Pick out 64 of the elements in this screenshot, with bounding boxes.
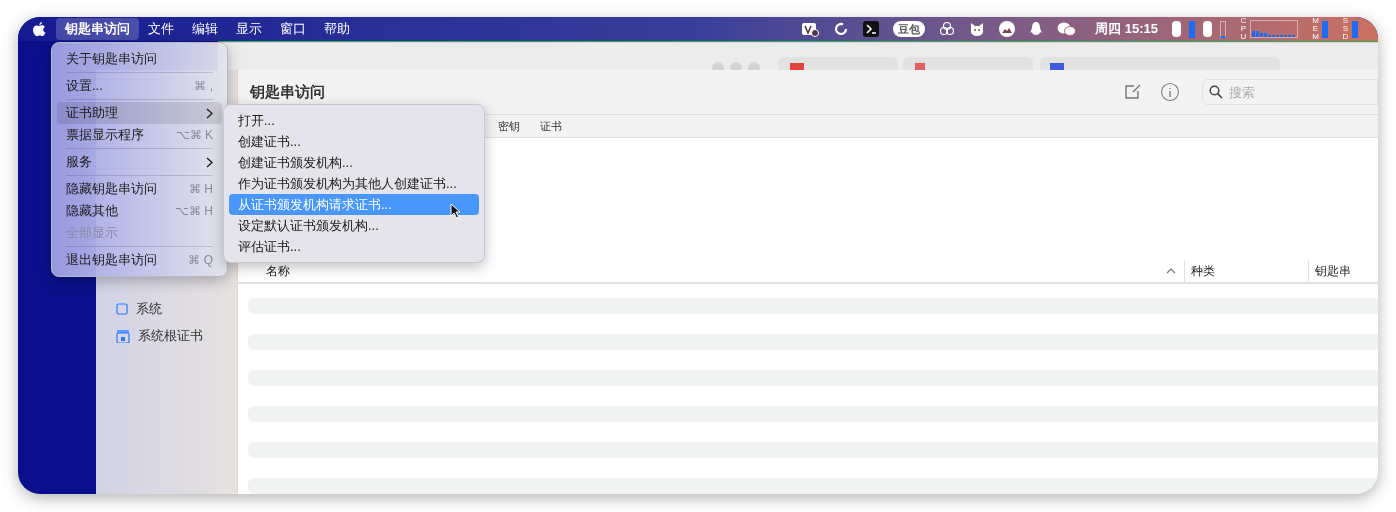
refresh-icon[interactable]	[833, 21, 850, 37]
menu-item[interactable]: 服务	[57, 151, 222, 173]
cpu-graph	[1250, 20, 1298, 38]
mouse-icon	[1203, 21, 1212, 37]
sidebar-item[interactable]: 系统根证书	[116, 325, 237, 347]
shortcut-label: ⌘ Q	[188, 252, 213, 269]
penguin-icon[interactable]	[1029, 21, 1044, 37]
menu-item[interactable]: 作为证书颁发机构为其他人创建证书...	[229, 173, 479, 194]
search-field[interactable]: 搜索	[1202, 79, 1378, 105]
sidebar-item[interactable]: 系统	[116, 298, 237, 320]
square-icon	[116, 303, 128, 315]
shortcut-label: ⌥⌘ H	[175, 203, 213, 220]
meter-label: MEM	[1312, 17, 1319, 41]
chevron-right-icon	[206, 156, 213, 168]
level-bar	[1189, 20, 1195, 38]
menu-bar-item[interactable]: 文件	[139, 18, 183, 40]
menu-item[interactable]: 证书助理	[57, 102, 222, 124]
menu-bar-item[interactable]: 显示	[227, 18, 271, 40]
menu-bar-item[interactable]: 钥匙串访问	[56, 18, 139, 40]
menu-item[interactable]: 隐藏其他 ⌥⌘ H	[57, 200, 222, 222]
menu-item[interactable]: 设置... ⌘ ,	[57, 75, 222, 97]
mouse-icon	[1172, 21, 1181, 37]
browser-tab[interactable]	[1040, 57, 1280, 71]
menu-item[interactable]: 创建证书...	[229, 131, 479, 152]
tab[interactable]: 密钥	[496, 117, 522, 135]
image-icon[interactable]	[999, 21, 1016, 37]
lock-icon	[116, 329, 130, 343]
compose-icon[interactable]	[1124, 83, 1142, 101]
terminal-icon[interactable]	[863, 21, 880, 37]
apple-logo-icon[interactable]	[32, 21, 46, 37]
menu-item[interactable]: 票据显示程序 ⌥⌘ K	[57, 124, 222, 146]
menu-item[interactable]: 隐藏钥匙串访问 ⌘ H	[57, 178, 222, 200]
browser-tab[interactable]	[903, 57, 1033, 71]
menu-item[interactable]: 打开...	[229, 110, 479, 131]
meter-label: SSD	[1342, 17, 1349, 41]
browser-tab[interactable]	[778, 57, 898, 71]
shortcut-label: ⌘ H	[189, 181, 213, 198]
menu-item[interactable]: 创建证书颁发机构...	[229, 152, 479, 173]
menu-bar-item[interactable]: 窗口	[271, 18, 315, 40]
menu-item[interactable]: 退出钥匙串访问 ⌘ Q	[57, 249, 222, 271]
column-header[interactable]: 名称	[266, 262, 290, 280]
search-icon	[1209, 85, 1223, 99]
menu-item[interactable]: 设定默认证书颁发机构...	[229, 215, 479, 236]
app-badge[interactable]: 豆包	[893, 21, 926, 37]
level-bar	[1352, 20, 1358, 38]
level-bar	[1322, 20, 1328, 38]
menu-bar-item[interactable]: 帮助	[315, 18, 359, 40]
cat-icon[interactable]	[969, 21, 986, 37]
level-bar	[1220, 20, 1226, 38]
meter-label: CPU	[1240, 17, 1247, 41]
shortcut-label: ⌘ ,	[194, 78, 213, 95]
chevron-right-icon	[206, 107, 213, 119]
menu-item[interactable]: 关于钥匙串访问	[57, 48, 222, 70]
chat-bubbles-icon[interactable]	[1057, 21, 1078, 37]
clock: 周四 15:15	[1095, 20, 1158, 39]
mouse-pointer-icon	[450, 203, 461, 219]
column-header[interactable]: 钥匙串	[1315, 262, 1351, 280]
column-header[interactable]: 种类	[1191, 262, 1215, 280]
menu-item[interactable]: 评估证书...	[229, 236, 479, 257]
shortcut-label: ⌥⌘ K	[175, 127, 213, 144]
info-icon[interactable]	[1160, 82, 1180, 102]
window-title: 钥匙串访问	[250, 81, 325, 102]
tab[interactable]: 证书	[538, 117, 564, 135]
menu-bar-item[interactable]: 编辑	[183, 18, 227, 40]
